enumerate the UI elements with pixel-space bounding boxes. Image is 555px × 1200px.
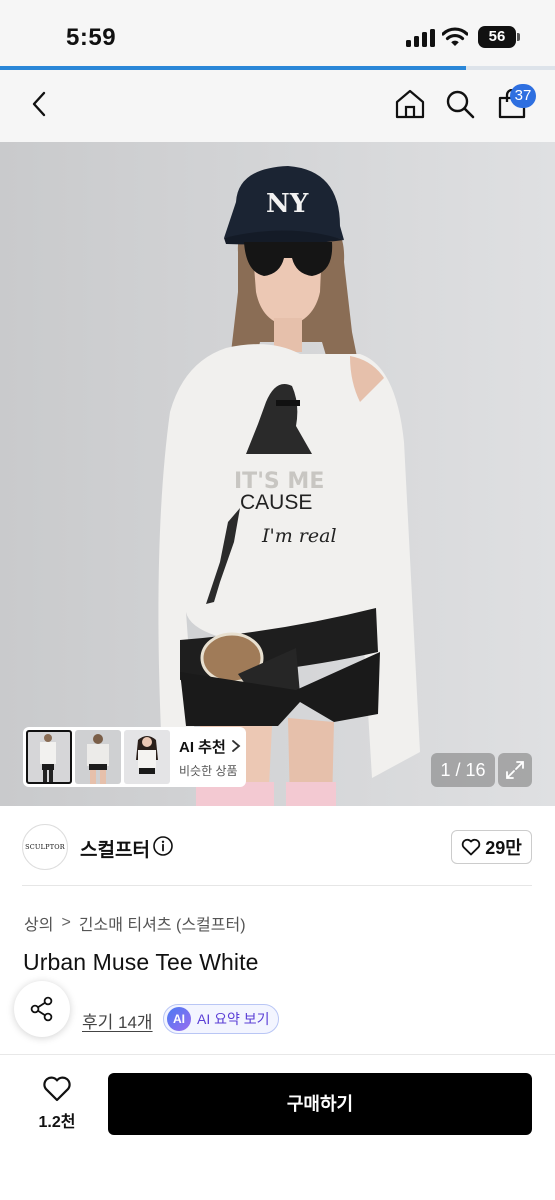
product-image-gallery[interactable]: NY IT'S ME CAUSE I'm real AI 추천 비슷한 상품 1… (0, 142, 555, 806)
cellular-signal-icon (406, 29, 436, 47)
status-bar: 5:59 56 (0, 0, 555, 66)
brand-row: SCULPTOR 스컬프터 29만 (0, 806, 555, 886)
info-icon[interactable] (152, 835, 174, 857)
search-icon (446, 90, 475, 119)
brand-logo[interactable]: SCULPTOR (22, 824, 68, 870)
fullscreen-button[interactable] (498, 753, 532, 787)
buy-button[interactable]: 구매하기 (108, 1073, 532, 1135)
ai-chip-icon: AI (167, 1007, 191, 1031)
heart-icon (43, 1076, 71, 1102)
search-button[interactable] (438, 82, 482, 126)
ai-summary-label: AI 요약 보기 (197, 1011, 270, 1027)
breadcrumb-category[interactable]: 상의 (24, 911, 53, 935)
ai-recommend-button[interactable]: AI 추천 비슷한 상품 (179, 736, 242, 779)
cart-button[interactable]: 37 (490, 82, 536, 126)
reviews-link[interactable]: 후기 14개 (82, 1008, 153, 1033)
share-icon (30, 996, 53, 1022)
product-title: Urban Muse Tee White (23, 949, 259, 975)
ai-recommend-subtitle: 비슷한 상품 (179, 763, 238, 778)
home-button[interactable] (388, 82, 432, 126)
share-button[interactable] (14, 981, 70, 1037)
bottom-action-bar: 1.2천 구매하기 (0, 1054, 555, 1200)
shirt-print-cause: CAUSE (240, 491, 312, 514)
thumbnail-2[interactable] (75, 730, 121, 784)
status-time: 5:59 (66, 24, 117, 51)
heart-icon (461, 838, 481, 856)
breadcrumb-separator: > (61, 914, 71, 931)
back-button[interactable] (18, 82, 62, 126)
thumbnail-image (26, 730, 72, 784)
wishlist-count: 1.2천 (38, 1114, 76, 1131)
divider (22, 885, 532, 886)
cart-count-badge: 37 (510, 84, 536, 108)
breadcrumb: 상의 > 긴소매 티셔츠 (스컬프터) (24, 911, 246, 935)
chevron-right-icon (231, 740, 241, 752)
brand-like-button[interactable]: 29만 (451, 830, 532, 864)
wishlist-button[interactable]: 1.2천 (28, 1075, 86, 1132)
top-nav: 37 (0, 70, 555, 142)
breadcrumb-subcategory[interactable]: 긴소매 티셔츠 (스컬프터) (79, 911, 246, 935)
brand-logo-text: SCULPTOR (25, 843, 65, 851)
ai-summary-button[interactable]: AI AI 요약 보기 (163, 1004, 279, 1034)
brand-name[interactable]: 스컬프터 (80, 835, 150, 862)
brand-like-count: 29만 (485, 838, 522, 858)
shirt-print-im-real: I'm real (261, 525, 337, 547)
product-photo: NY IT'S ME CAUSE I'm real (0, 142, 555, 806)
chevron-left-icon (32, 91, 46, 117)
thumbnail-image (75, 730, 121, 784)
battery-indicator: 56 (478, 26, 520, 48)
svg-text:NY: NY (266, 189, 309, 219)
thumbnail-3[interactable] (124, 730, 170, 784)
expand-icon (506, 761, 524, 779)
home-icon (395, 89, 425, 119)
thumbnail-strip: AI 추천 비슷한 상품 (23, 727, 246, 787)
ai-recommend-title: AI 추천 (179, 738, 226, 756)
image-counter: 1 / 16 (431, 753, 495, 787)
thumbnail-image (124, 730, 170, 784)
wifi-icon (442, 27, 468, 46)
thumbnail-1[interactable] (26, 730, 72, 784)
